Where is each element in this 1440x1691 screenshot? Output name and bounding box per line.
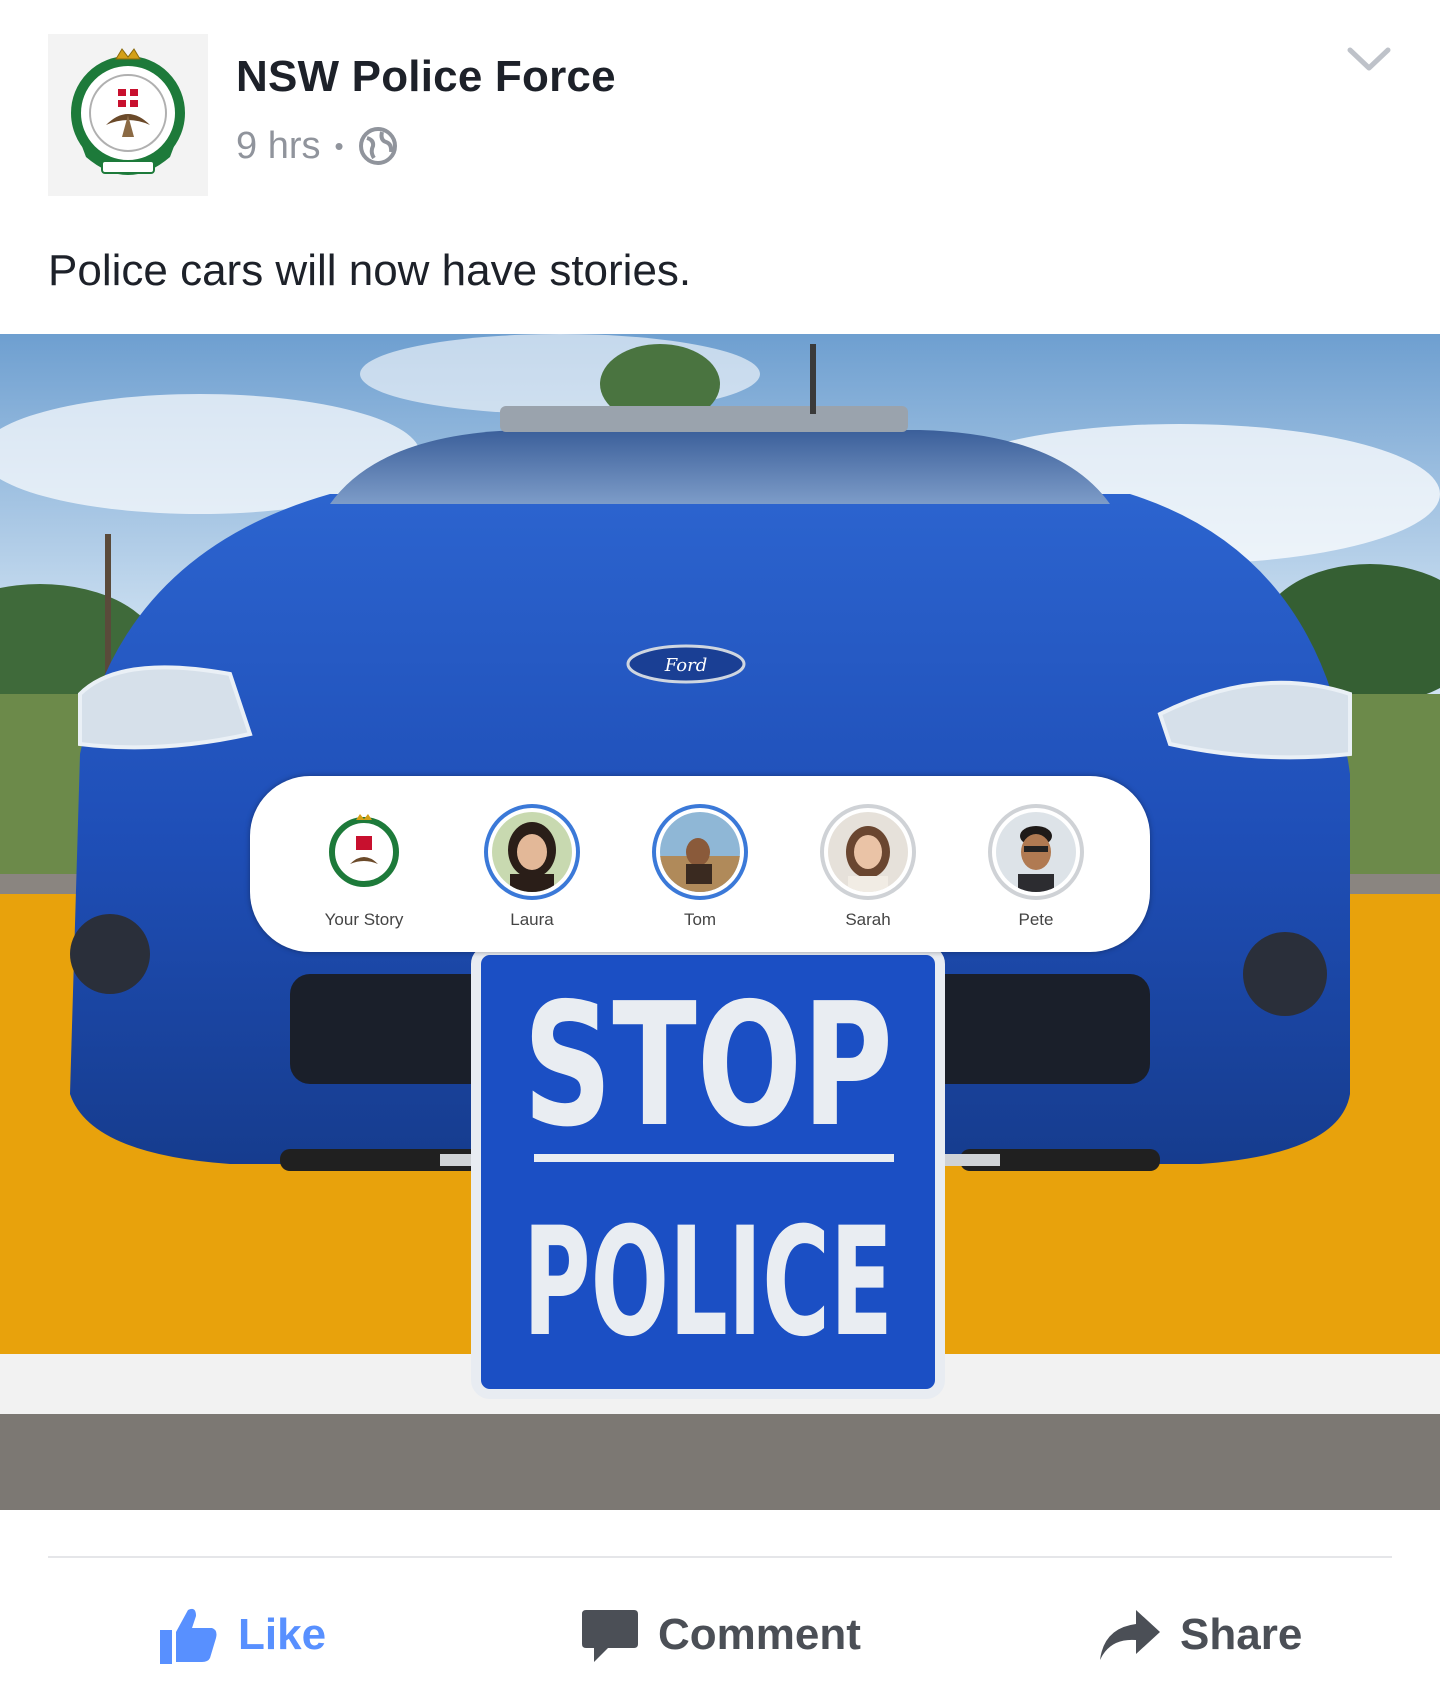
story-sarah[interactable]: Sarah — [808, 776, 928, 930]
meta-separator: • — [334, 131, 344, 161]
avatar — [492, 812, 572, 892]
share-arrow-icon — [1100, 1610, 1160, 1660]
police-crest-story-icon — [324, 812, 404, 892]
globe-icon — [358, 127, 397, 165]
post-text: Police cars will now have stories. — [48, 246, 692, 295]
story-label: Sarah — [845, 910, 891, 929]
story-pete[interactable]: Pete — [976, 776, 1096, 930]
story-label: Laura — [510, 910, 554, 929]
share-button[interactable]: Share — [1098, 1590, 1302, 1680]
story-laura[interactable]: Laura — [472, 776, 592, 930]
story-label: Tom — [683, 910, 717, 929]
comment-button[interactable]: Comment — [580, 1590, 861, 1680]
post-actions: Like Comment Share — [0, 1590, 1440, 1680]
post-meta: 9 hrs • — [236, 124, 398, 168]
ford-badge: Ford — [664, 655, 707, 676]
avatar — [660, 812, 740, 892]
avatar — [996, 812, 1076, 892]
page-avatar[interactable] — [48, 34, 208, 196]
actions-divider — [48, 1556, 1392, 1558]
post-header: NSW Police Force 9 hrs • — [0, 0, 1440, 210]
post-timestamp[interactable]: 9 hrs — [236, 125, 320, 168]
like-button[interactable]: Like — [158, 1590, 326, 1680]
share-label: Share — [1180, 1610, 1303, 1659]
sign-text-police: POLICE — [523, 1196, 893, 1370]
story-tom[interactable]: Tom — [640, 776, 760, 930]
stories-strip: Your Story Laura Tom Sarah Pete — [250, 776, 1150, 952]
chevron-down-icon[interactable] — [1346, 44, 1392, 74]
story-your-story[interactable]: Your Story — [304, 776, 424, 930]
page-name[interactable]: NSW Police Force — [236, 52, 616, 102]
story-label: Pete — [1018, 910, 1054, 929]
comment-icon — [582, 1610, 638, 1662]
post-photo[interactable]: Ford STOP POLICE Your Story Laura Tom Sa… — [0, 334, 1440, 1510]
comment-label: Comment — [658, 1610, 861, 1659]
nsw-police-crest-icon — [71, 48, 185, 175]
story-label: Your Story — [324, 910, 404, 929]
like-label: Like — [238, 1610, 327, 1659]
avatar — [828, 812, 908, 892]
thumbs-up-icon — [160, 1608, 217, 1664]
sign-text-stop: STOP — [523, 967, 893, 1165]
